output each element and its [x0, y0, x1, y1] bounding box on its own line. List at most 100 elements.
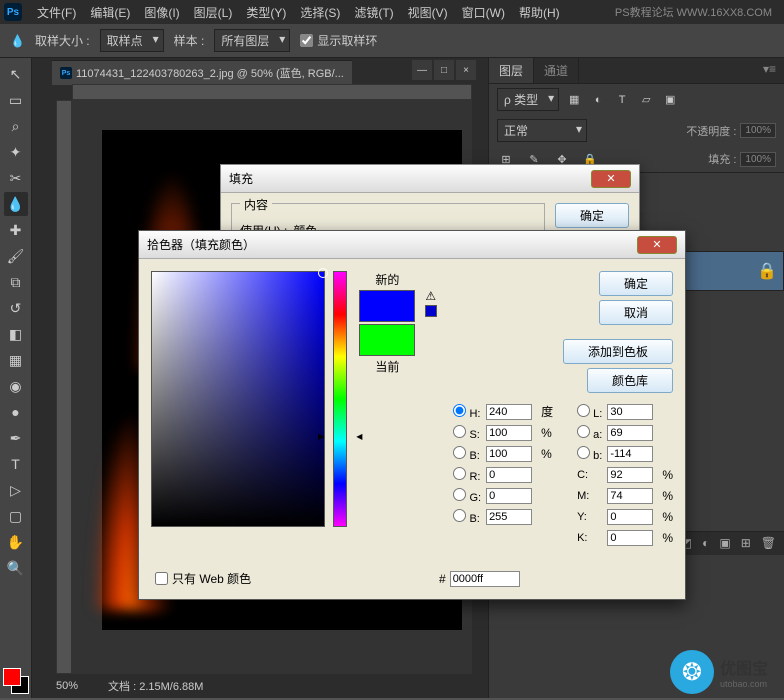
- marquee-tool[interactable]: ▭: [4, 88, 28, 112]
- fill-dialog-close-button[interactable]: ✕: [591, 170, 631, 188]
- new-layer-icon[interactable]: ⊞: [741, 536, 751, 551]
- input-k[interactable]: [607, 530, 653, 546]
- eraser-tool[interactable]: ◧: [4, 322, 28, 346]
- blur-tool[interactable]: ◉: [4, 374, 28, 398]
- filter-adjust-icon[interactable]: ◐: [589, 91, 607, 109]
- menu-type[interactable]: 类型(Y): [239, 4, 293, 21]
- web-only-checkbox[interactable]: [155, 572, 168, 585]
- color-swatches[interactable]: [3, 668, 29, 694]
- input-r[interactable]: [486, 467, 532, 483]
- input-y[interactable]: [607, 509, 653, 525]
- menu-help[interactable]: 帮助(H): [512, 4, 567, 21]
- clone-stamp-tool[interactable]: ⧉: [4, 270, 28, 294]
- sample-size-dropdown[interactable]: 取样点: [100, 29, 164, 52]
- shape-tool[interactable]: ▢: [4, 504, 28, 528]
- current-color-swatch[interactable]: [359, 324, 415, 356]
- fill-dialog-title: 填充: [229, 170, 591, 187]
- type-tool[interactable]: T: [4, 452, 28, 476]
- path-select-tool[interactable]: ▷: [4, 478, 28, 502]
- healing-brush-tool[interactable]: ✚: [4, 218, 28, 242]
- picker-cancel-button[interactable]: 取消: [599, 300, 673, 325]
- input-b2[interactable]: [607, 446, 653, 462]
- radio-bv[interactable]: [453, 446, 466, 459]
- sv-cursor[interactable]: [318, 268, 328, 278]
- menu-image[interactable]: 图像(I): [137, 4, 186, 21]
- picker-close-button[interactable]: ✕: [637, 236, 677, 254]
- menu-filter[interactable]: 滤镜(T): [347, 4, 400, 21]
- menu-select[interactable]: 选择(S): [293, 4, 347, 21]
- input-c[interactable]: [607, 467, 653, 483]
- foreground-color[interactable]: [3, 668, 21, 686]
- zoom-tool[interactable]: 🔍: [4, 556, 28, 580]
- pen-tool[interactable]: ✒: [4, 426, 28, 450]
- adjustment-layer-icon[interactable]: ◐: [702, 536, 709, 551]
- new-color-label: 新的: [375, 271, 399, 288]
- tab-layers[interactable]: 图层: [489, 58, 534, 83]
- input-a[interactable]: [607, 425, 653, 441]
- radio-l[interactable]: [577, 404, 590, 417]
- doc-minimize-button[interactable]: —: [412, 60, 432, 80]
- input-h[interactable]: [486, 404, 532, 420]
- input-bv[interactable]: [486, 446, 532, 462]
- dodge-tool[interactable]: ●: [4, 400, 28, 424]
- gamut-swatch[interactable]: [425, 305, 437, 317]
- zoom-level[interactable]: 50%: [56, 680, 78, 692]
- show-sampling-ring-label: 显示取样环: [317, 32, 377, 49]
- menu-edit[interactable]: 编辑(E): [83, 4, 137, 21]
- hue-cursor[interactable]: [328, 432, 352, 436]
- radio-a[interactable]: [577, 425, 590, 438]
- blend-mode-dropdown[interactable]: 正常: [497, 119, 587, 142]
- fill-opacity-value[interactable]: 100%: [740, 152, 776, 167]
- sample-size-label: 取样大小 :: [35, 32, 90, 49]
- radio-s[interactable]: [453, 425, 466, 438]
- input-s[interactable]: [486, 425, 532, 441]
- filter-smart-icon[interactable]: ▣: [661, 91, 679, 109]
- radio-b[interactable]: [453, 509, 466, 522]
- picker-ok-button[interactable]: 确定: [599, 271, 673, 296]
- fill-ok-button[interactable]: 确定: [555, 203, 629, 228]
- eyedropper-tool[interactable]: 💧: [4, 192, 28, 216]
- lasso-tool[interactable]: ⌕: [4, 114, 28, 138]
- crop-tool[interactable]: ✂: [4, 166, 28, 190]
- group-icon[interactable]: ▣: [719, 536, 730, 551]
- brush-tool[interactable]: 🖌: [4, 244, 28, 268]
- doc-close-button[interactable]: ×: [456, 60, 476, 80]
- input-l[interactable]: [607, 404, 653, 420]
- move-tool[interactable]: ↖: [4, 62, 28, 86]
- tab-channels[interactable]: 通道: [534, 58, 579, 83]
- input-g[interactable]: [486, 488, 532, 504]
- filter-type-icon[interactable]: T: [613, 91, 631, 109]
- document-tab[interactable]: Ps 11074431_122403780263_2.jpg @ 50% (蓝色…: [52, 60, 352, 85]
- add-to-swatches-button[interactable]: 添加到色板: [563, 339, 673, 364]
- menu-file[interactable]: 文件(F): [30, 4, 83, 21]
- sample-dropdown[interactable]: 所有图层: [214, 29, 290, 52]
- history-brush-tool[interactable]: ↺: [4, 296, 28, 320]
- color-libraries-button[interactable]: 颜色库: [587, 368, 673, 393]
- input-m[interactable]: [607, 488, 653, 504]
- delete-layer-icon[interactable]: 🗑: [761, 536, 776, 551]
- gradient-tool[interactable]: ▦: [4, 348, 28, 372]
- hue-slider[interactable]: [333, 271, 347, 527]
- radio-r[interactable]: [453, 467, 466, 480]
- magic-wand-tool[interactable]: ✦: [4, 140, 28, 164]
- input-hex[interactable]: [450, 571, 520, 587]
- menu-layer[interactable]: 图层(L): [187, 4, 240, 21]
- menu-window[interactable]: 窗口(W): [455, 4, 512, 21]
- menu-view[interactable]: 视图(V): [401, 4, 455, 21]
- input-b[interactable]: [486, 509, 532, 525]
- radio-b2[interactable]: [577, 446, 590, 459]
- filter-shape-icon[interactable]: ▱: [637, 91, 655, 109]
- logo-sub: utobao.com: [720, 679, 768, 689]
- filter-pixel-icon[interactable]: ▦: [565, 91, 583, 109]
- panel-menu-icon[interactable]: ▾≡: [755, 58, 784, 83]
- show-sampling-ring-checkbox[interactable]: [300, 34, 313, 47]
- gamut-warning-icon[interactable]: ⚠: [425, 289, 437, 303]
- tools-panel: ↖ ▭ ⌕ ✦ ✂ 💧 ✚ 🖌 ⧉ ↺ ◧ ▦ ◉ ● ✒ T ▷ ▢ ✋ 🔍: [0, 58, 32, 698]
- saturation-value-field[interactable]: [151, 271, 325, 527]
- opacity-value[interactable]: 100%: [740, 123, 776, 138]
- radio-h[interactable]: [453, 404, 466, 417]
- radio-g[interactable]: [453, 488, 466, 501]
- doc-maximize-button[interactable]: □: [434, 60, 454, 80]
- filter-kind-dropdown[interactable]: ρ 类型: [497, 88, 559, 111]
- hand-tool[interactable]: ✋: [4, 530, 28, 554]
